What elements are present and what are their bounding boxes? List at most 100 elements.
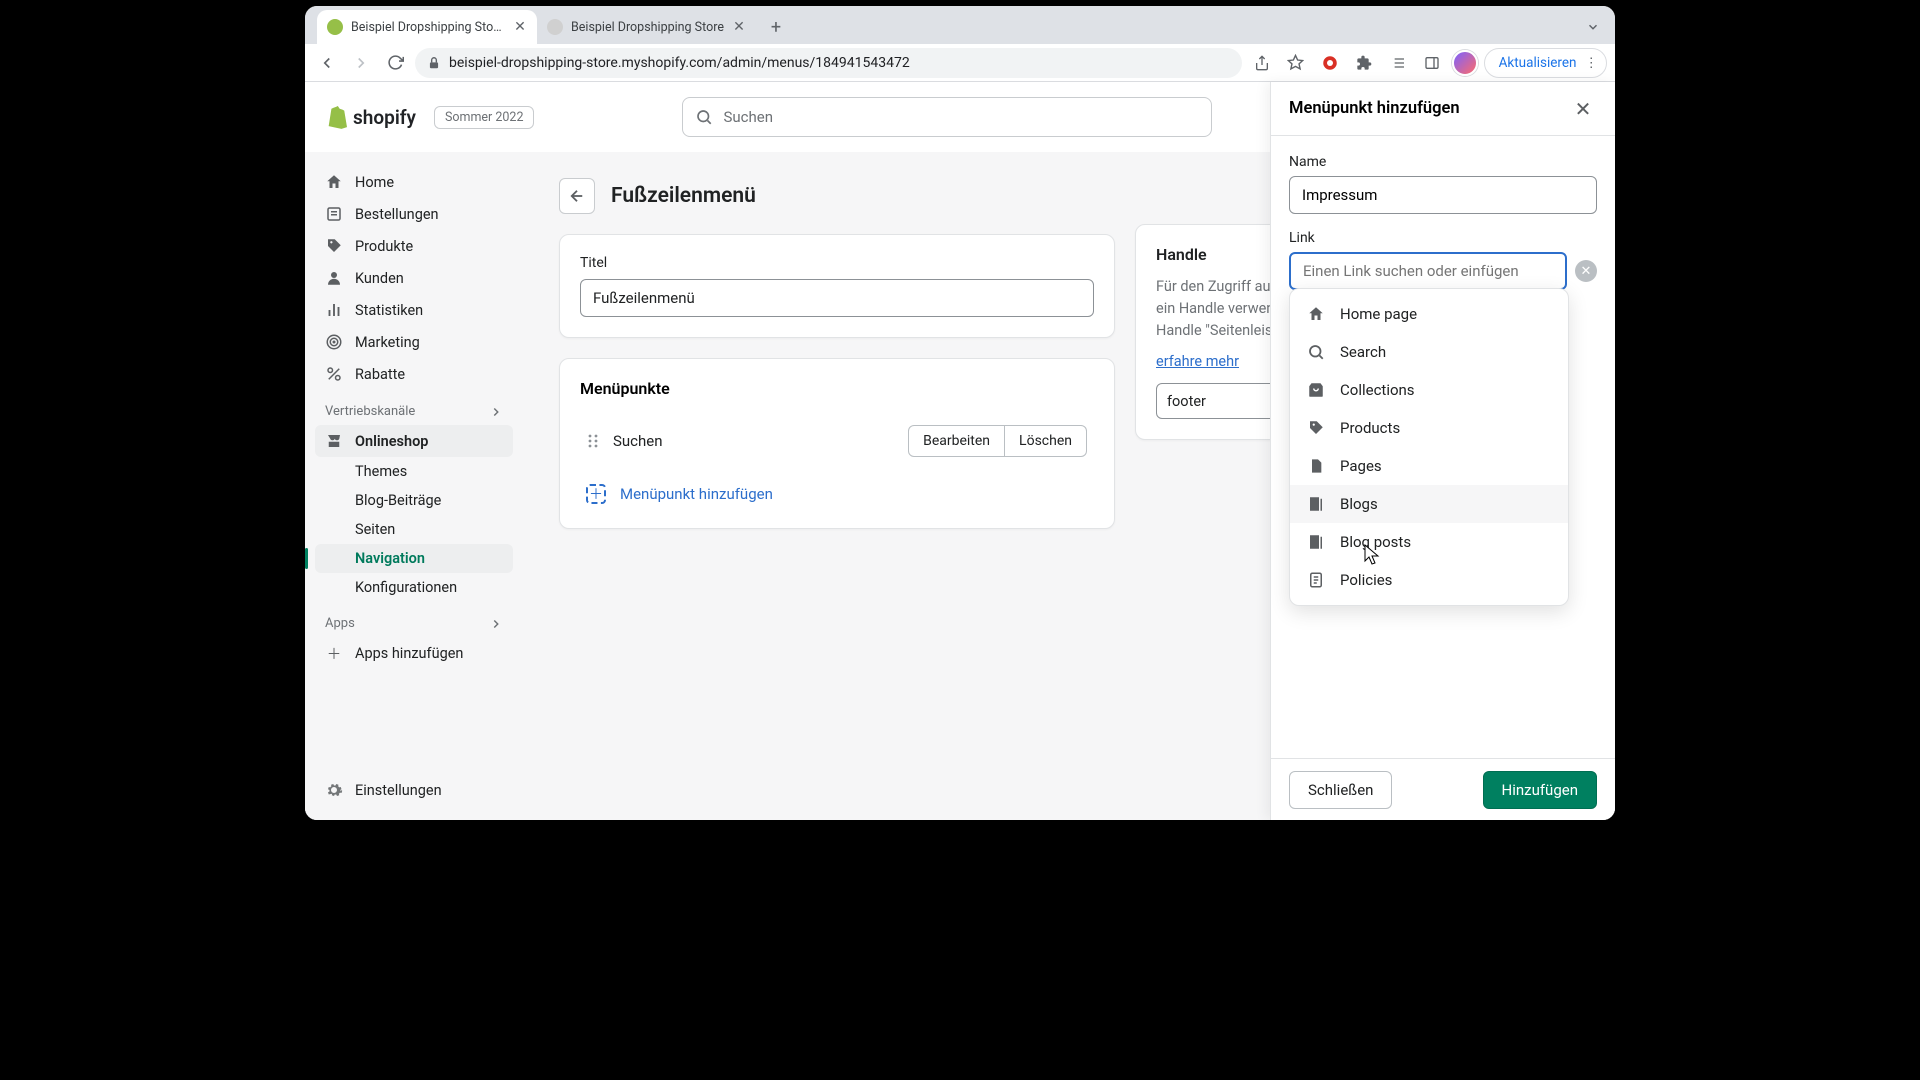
- plus-box-icon: ＋: [586, 484, 606, 504]
- browser-tab-inactive[interactable]: Beispiel Dropshipping Store ✕: [537, 10, 756, 44]
- learn-more-link[interactable]: erfahre mehr: [1156, 353, 1239, 370]
- kebab-icon: ⋮: [1585, 55, 1599, 71]
- dropdown-option-collections[interactable]: Collections: [1290, 371, 1568, 409]
- nav-analytics[interactable]: Statistiken: [315, 294, 513, 326]
- global-search[interactable]: Suchen: [682, 97, 1212, 137]
- clear-link-button[interactable]: ✕: [1575, 260, 1597, 282]
- add-menu-item-button[interactable]: ＋ Menüpunkt hinzufügen: [580, 470, 1094, 508]
- name-input[interactable]: [1289, 176, 1597, 214]
- extension-icon[interactable]: [1316, 49, 1344, 77]
- home-icon: [1306, 304, 1326, 324]
- season-badge: Sommer 2022: [434, 106, 535, 129]
- dropdown-option-products[interactable]: Products: [1290, 409, 1568, 447]
- collections-icon: [1306, 380, 1326, 400]
- chevron-right-icon[interactable]: [489, 617, 503, 631]
- nav-label: Onlineshop: [355, 433, 428, 450]
- address-bar[interactable]: beispiel-dropshipping-store.myshopify.co…: [415, 48, 1242, 78]
- nav-orders[interactable]: Bestellungen: [315, 198, 513, 230]
- nav-discounts[interactable]: Rabatte: [315, 358, 513, 390]
- link-dropdown: Home page Search Collections Products Pages B…: [1289, 288, 1569, 606]
- nav-section-channels: Vertriebskanäle: [315, 390, 513, 425]
- nav-sub-navigation[interactable]: Navigation: [315, 544, 513, 573]
- dropdown-option-blog-posts[interactable]: Blog posts: [1290, 523, 1568, 561]
- new-tab-button[interactable]: +: [762, 13, 790, 41]
- tabs-overflow-icon[interactable]: [1579, 13, 1607, 41]
- store-icon: [325, 432, 343, 450]
- update-label: Aktualisieren: [1499, 55, 1577, 71]
- dropdown-option-pages[interactable]: Pages: [1290, 447, 1568, 485]
- menu-items-card: Menüpunkte Suchen Bearbeiten Löschen ＋ M…: [559, 358, 1115, 529]
- bookmark-icon[interactable]: [1282, 49, 1310, 77]
- link-input[interactable]: [1289, 252, 1567, 290]
- dropdown-option-search[interactable]: Search: [1290, 333, 1568, 371]
- nav-sub-blogposts[interactable]: Blog-Beiträge: [315, 486, 513, 515]
- gear-icon: [325, 781, 343, 799]
- add-menu-item-label: Menüpunkt hinzufügen: [620, 485, 773, 503]
- dropdown-option-policies[interactable]: Policies: [1290, 561, 1568, 599]
- title-card: Titel: [559, 234, 1115, 338]
- dropdown-option-label: Blog posts: [1340, 533, 1411, 551]
- shopify-logo[interactable]: shopify: [325, 105, 416, 129]
- nav-sub-themes[interactable]: Themes: [315, 457, 513, 486]
- chevron-right-icon[interactable]: [489, 405, 503, 419]
- extensions-icon[interactable]: [1350, 49, 1378, 77]
- side-panel-icon[interactable]: [1418, 49, 1446, 77]
- dropdown-option-label: Home page: [1340, 305, 1417, 323]
- nav-sub-pages[interactable]: Seiten: [315, 515, 513, 544]
- add-menu-item-panel: Menüpunkt hinzufügen ✕ Name Link ✕ Home …: [1270, 82, 1615, 820]
- edit-button[interactable]: Bearbeiten: [908, 425, 1005, 457]
- page-icon: [1306, 456, 1326, 476]
- update-button[interactable]: Aktualisieren ⋮: [1484, 48, 1607, 78]
- page-back-button[interactable]: [559, 178, 595, 214]
- favicon-icon: [327, 19, 343, 35]
- delete-button[interactable]: Löschen: [1005, 425, 1087, 457]
- nav-home[interactable]: Home: [315, 166, 513, 198]
- nav-add-apps[interactable]: ＋Apps hinzufügen: [315, 637, 513, 669]
- dropdown-option-blogs[interactable]: Blogs: [1290, 485, 1568, 523]
- nav-customers[interactable]: Kunden: [315, 262, 513, 294]
- blog-icon: [1306, 532, 1326, 552]
- drag-handle-icon[interactable]: [587, 433, 599, 449]
- close-tab-icon[interactable]: ✕: [513, 20, 527, 34]
- search-placeholder: Suchen: [723, 108, 773, 126]
- forward-button[interactable]: [347, 49, 375, 77]
- close-button[interactable]: Schließen: [1289, 771, 1392, 809]
- dropdown-option-label: Collections: [1340, 381, 1415, 399]
- dropdown-option-label: Blogs: [1340, 495, 1378, 513]
- nav-label: Home: [355, 174, 394, 191]
- search-icon: [695, 108, 713, 126]
- nav-label: Bestellungen: [355, 206, 439, 223]
- share-icon[interactable]: [1248, 49, 1276, 77]
- nav-marketing[interactable]: Marketing: [315, 326, 513, 358]
- nav-settings[interactable]: Einstellungen: [315, 774, 513, 806]
- dropdown-option-label: Search: [1340, 343, 1386, 361]
- nav-onlineshop[interactable]: Onlineshop: [315, 425, 513, 457]
- nav-sub-preferences[interactable]: Konfigurationen: [315, 573, 513, 602]
- add-button[interactable]: Hinzufügen: [1483, 771, 1598, 809]
- nav-products[interactable]: Produkte: [315, 230, 513, 262]
- profile-avatar-icon[interactable]: [1452, 50, 1478, 76]
- search-icon: [1306, 342, 1326, 362]
- browser-tab-active[interactable]: Beispiel Dropshipping Store · F ✕: [317, 10, 537, 44]
- section-label: Vertriebskanäle: [325, 404, 415, 419]
- reload-button[interactable]: [381, 49, 409, 77]
- dropdown-option-label: Policies: [1340, 571, 1392, 589]
- reading-list-icon[interactable]: [1384, 49, 1412, 77]
- dropdown-option-home-page[interactable]: Home page: [1290, 295, 1568, 333]
- lock-icon: [427, 56, 441, 70]
- dropdown-option-label: Pages: [1340, 457, 1382, 475]
- browser-tab-strip: Beispiel Dropshipping Store · F ✕ Beispi…: [305, 6, 1615, 44]
- discount-icon: [325, 365, 343, 383]
- blog-icon: [1306, 494, 1326, 514]
- titel-label: Titel: [580, 255, 1094, 271]
- back-button[interactable]: [313, 49, 341, 77]
- nav-label: Apps hinzufügen: [355, 645, 463, 662]
- menu-title-input[interactable]: [580, 279, 1094, 317]
- nav-section-apps: Apps: [315, 602, 513, 637]
- link-label: Link: [1289, 230, 1597, 246]
- dropdown-option-label: Products: [1340, 419, 1400, 437]
- panel-close-button[interactable]: ✕: [1569, 95, 1597, 123]
- url-text: beispiel-dropshipping-store.myshopify.co…: [449, 55, 910, 71]
- nav-label: Einstellungen: [355, 782, 442, 799]
- close-tab-icon[interactable]: ✕: [732, 20, 746, 34]
